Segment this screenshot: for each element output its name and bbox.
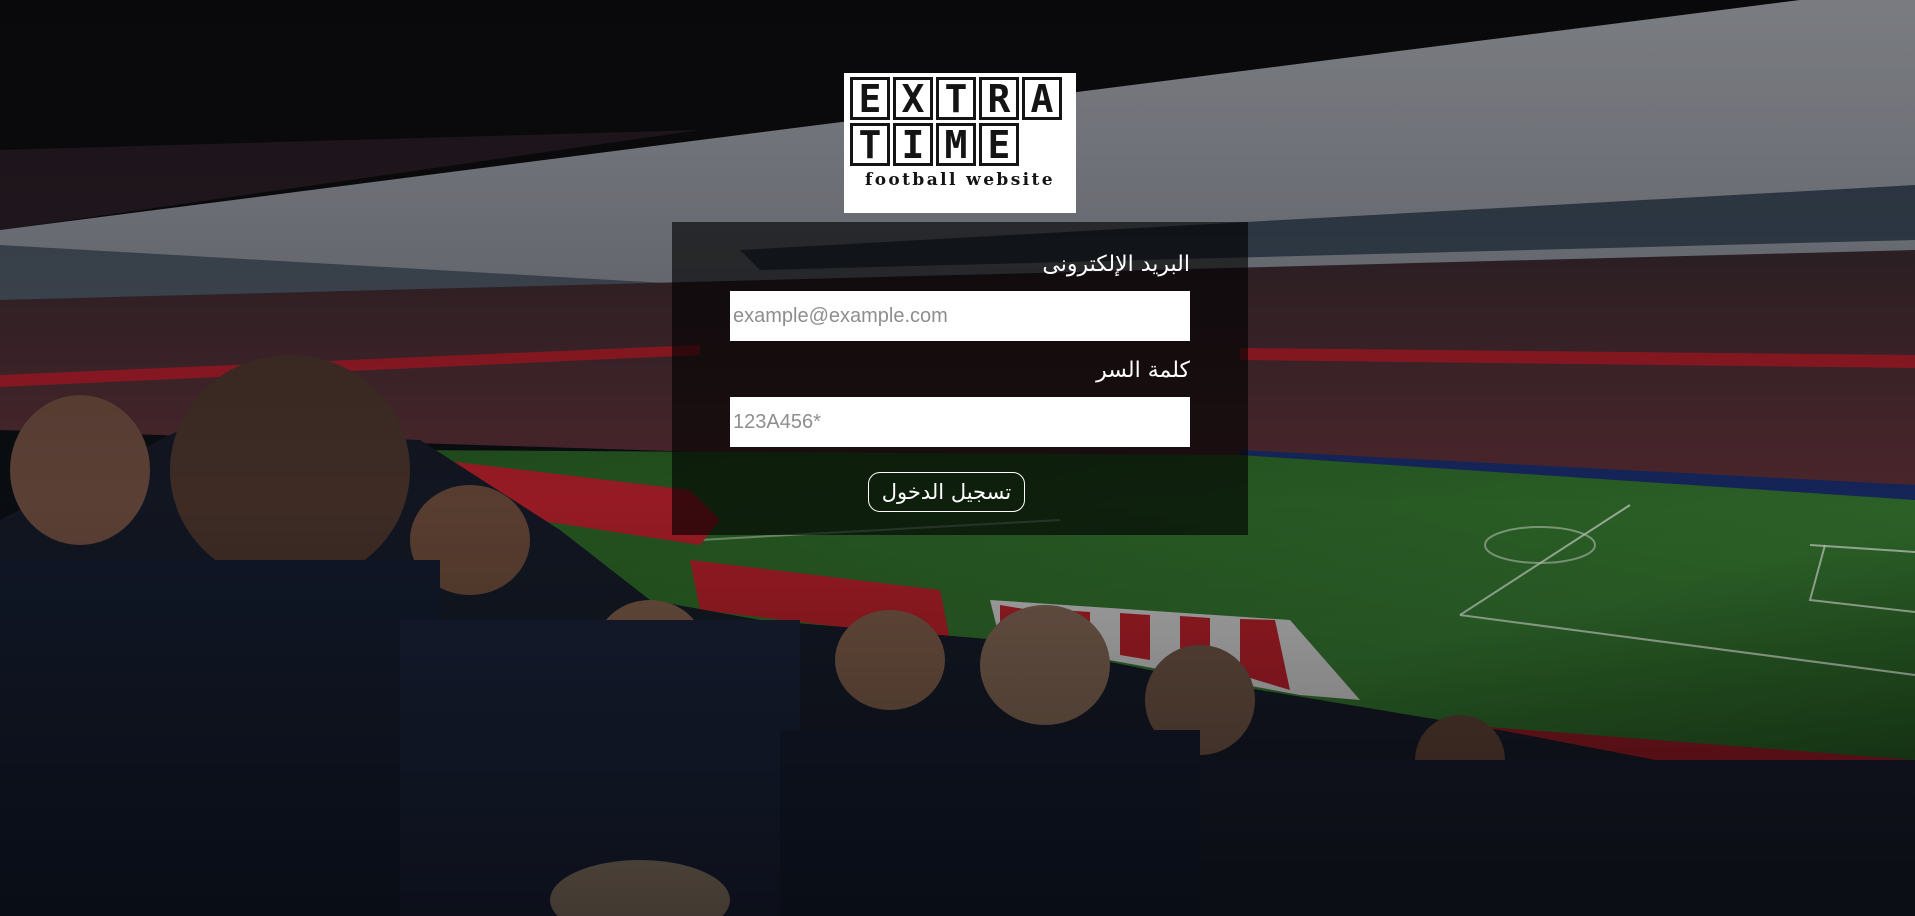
logo-letter: X <box>893 77 933 120</box>
logo-letter: E <box>979 123 1019 166</box>
logo-letter: R <box>979 77 1019 120</box>
login-button[interactable]: تسجيل الدخول <box>868 472 1025 512</box>
email-label: البريد الإلكترونى <box>1042 252 1190 277</box>
login-form: البريد الإلكترونى كلمة السر تسجيل الدخول <box>672 222 1248 535</box>
password-input[interactable] <box>730 397 1190 447</box>
login-page: E X T R A T I M E football website البري… <box>0 0 1915 916</box>
logo-letter: E <box>850 77 890 120</box>
logo-letter: I <box>893 123 933 166</box>
logo-letter: A <box>1022 77 1062 120</box>
extra-time-logo: E X T R A T I M E football website <box>844 73 1076 213</box>
logo-letter: T <box>850 123 890 166</box>
email-input[interactable] <box>730 291 1190 341</box>
logo-row-time: T I M E <box>850 123 1070 166</box>
logo-row-extra: E X T R A <box>850 77 1070 120</box>
logo-subtitle: football website <box>864 170 1055 190</box>
password-label: كلمة السر <box>1096 358 1190 383</box>
logo-letter: T <box>936 77 976 120</box>
logo-letter: M <box>936 123 976 166</box>
